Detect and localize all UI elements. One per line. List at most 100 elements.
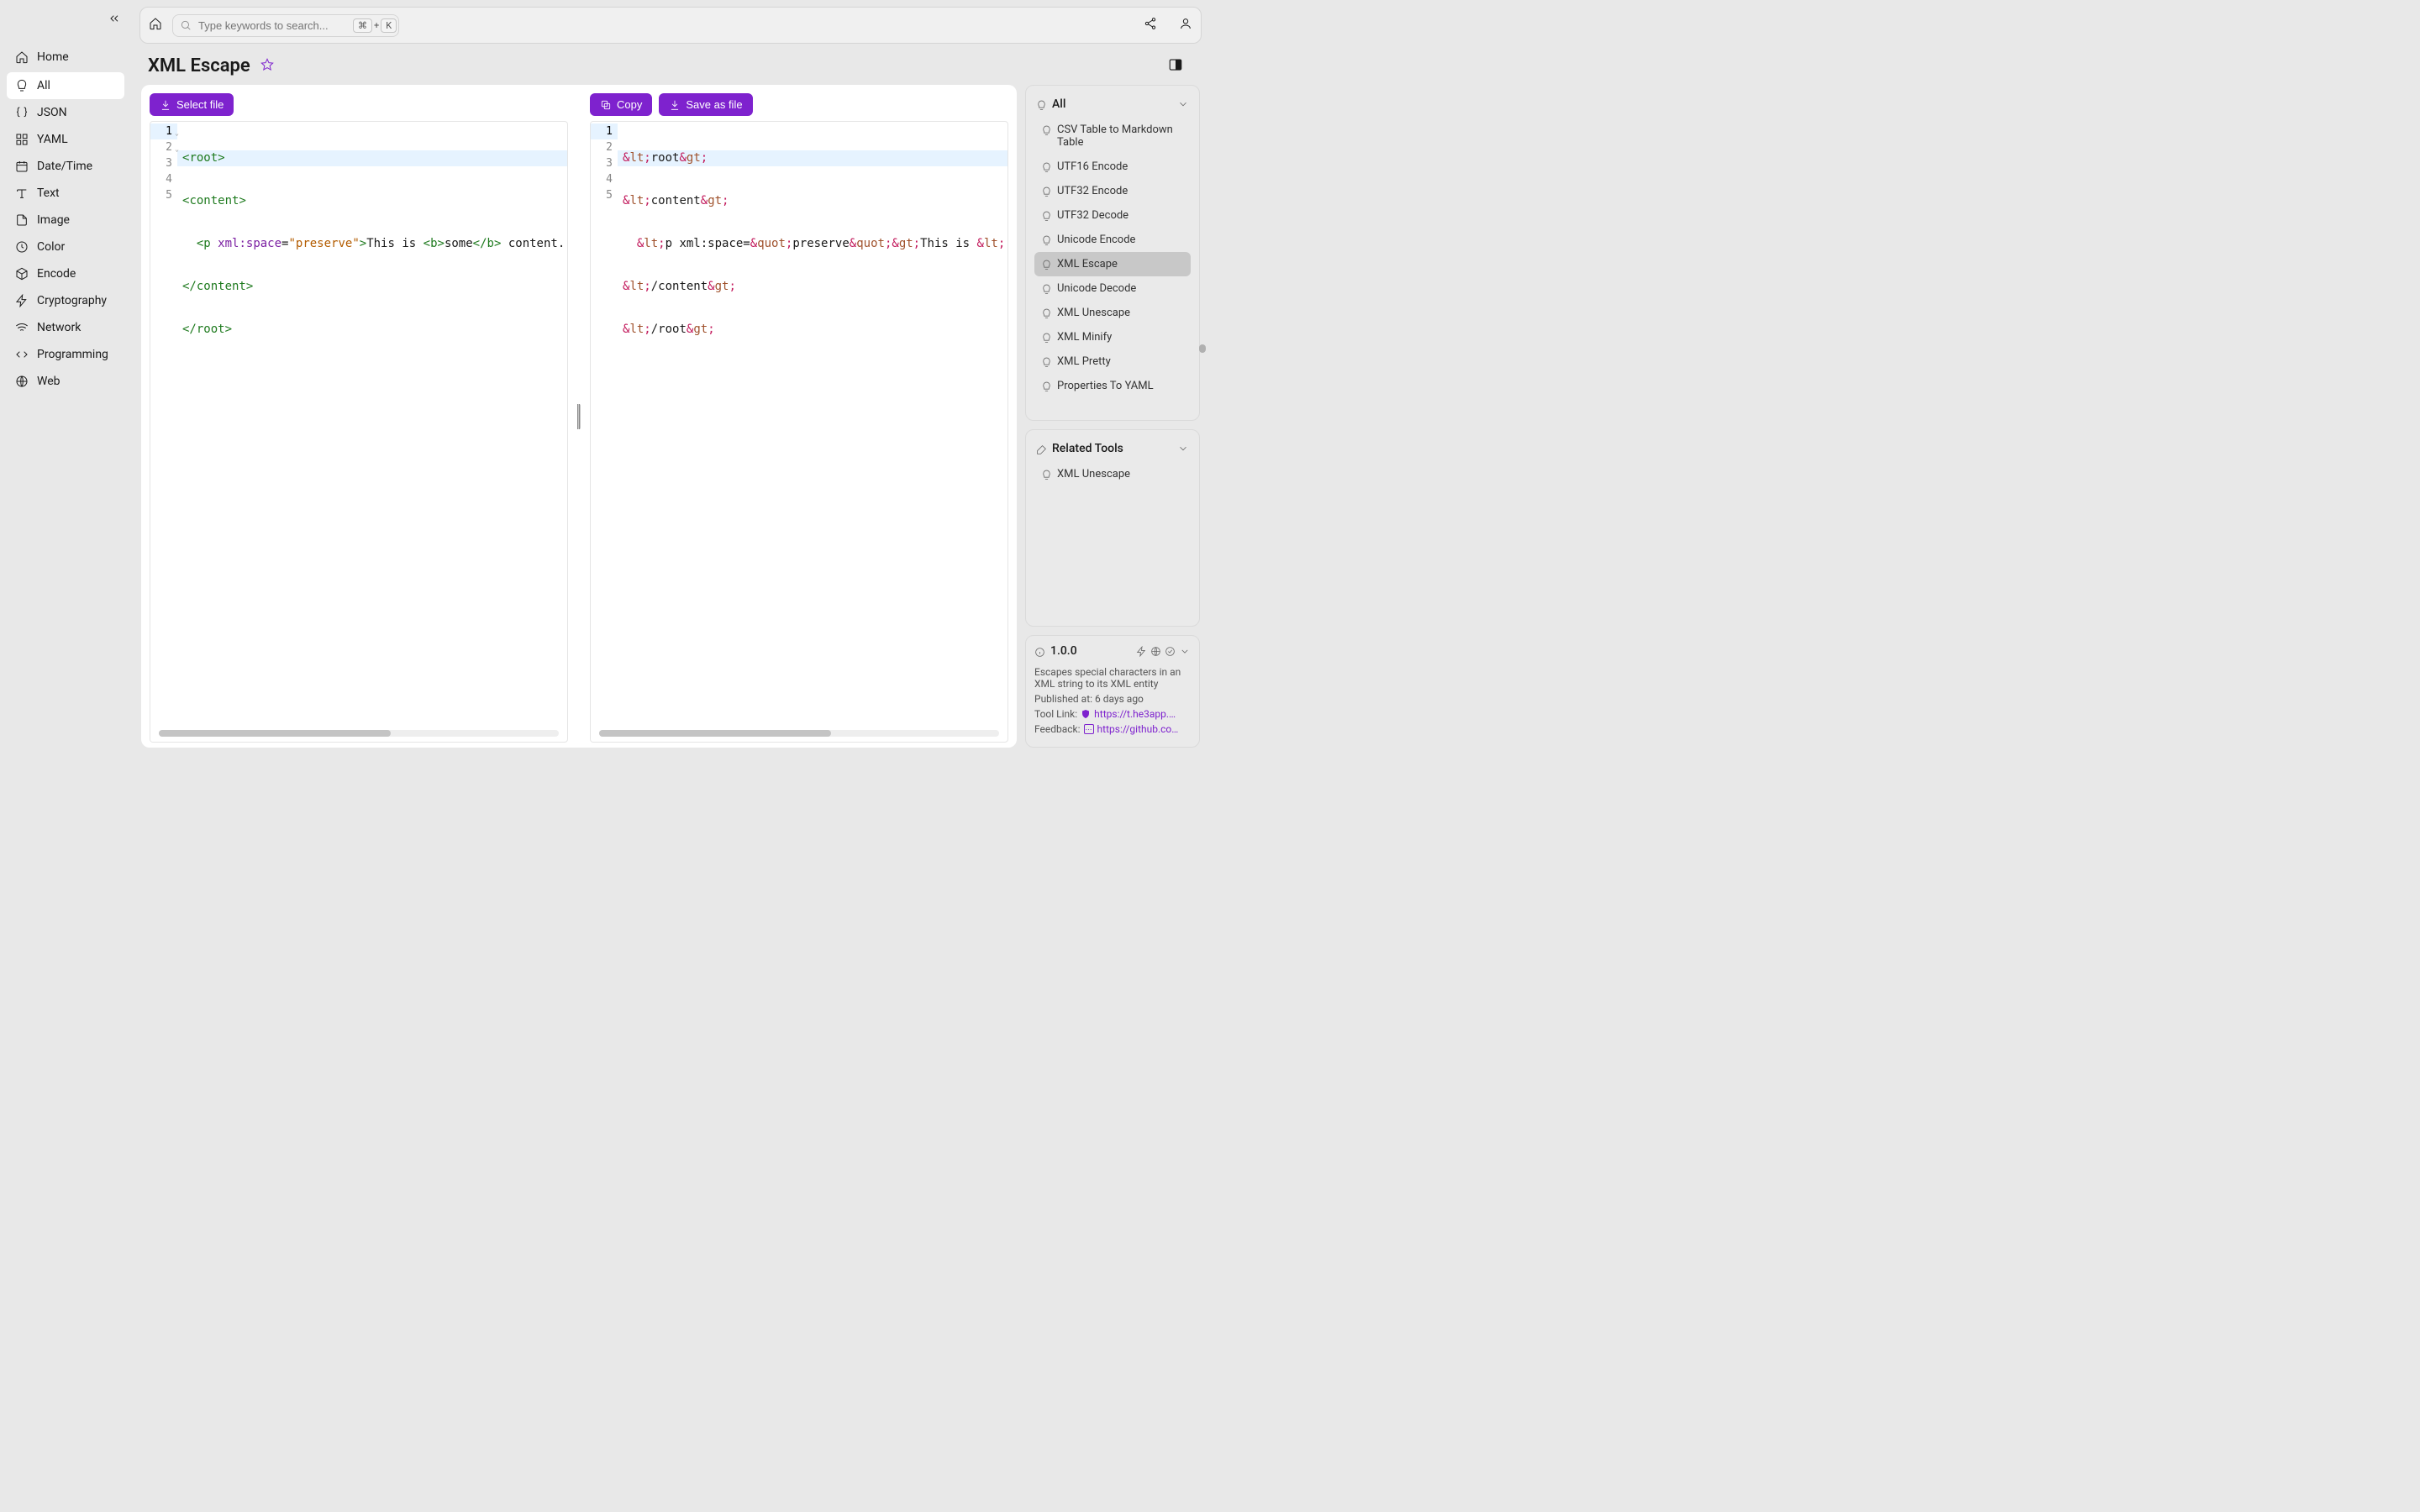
top-toolbar: ⌘ + K — [139, 7, 1202, 44]
bulb-icon — [1041, 186, 1052, 197]
favorite-button[interactable] — [260, 58, 274, 75]
tool-item-label: UTF32 Decode — [1057, 209, 1128, 222]
code-icon — [15, 348, 29, 361]
right-panel: All CSV Table to Markdown TableUTF16 Enc… — [1025, 85, 1200, 748]
sidebar-item-cryptography[interactable]: Cryptography — [7, 287, 124, 314]
all-tools-header[interactable]: All — [1034, 94, 1191, 114]
editors-container: Select file 1⌄ 2⌄ 3 4 5 <root> — [141, 85, 1017, 748]
output-editor[interactable]: 1 2 3 4 5 &lt;root&gt; &lt;content&gt; &… — [590, 121, 1008, 743]
info-icon — [1034, 647, 1045, 658]
tool-item[interactable]: CSV Table to Markdown Table — [1034, 118, 1191, 155]
sidebar-item-label: Date/Time — [37, 160, 92, 173]
tool-item[interactable]: UTF16 Encode — [1034, 155, 1191, 179]
sidebar-item-network[interactable]: Network — [7, 314, 124, 341]
sidebar-item-all[interactable]: All — [7, 72, 124, 99]
sidebar-item-label: Network — [37, 321, 81, 334]
output-pane: Copy Save as file 1 2 3 4 5 — [581, 85, 1017, 748]
panel-toggle-button[interactable] — [1168, 57, 1183, 76]
globe-icon — [15, 375, 29, 388]
user-button[interactable] — [1179, 17, 1192, 34]
sidebar-item-label: All — [37, 79, 50, 92]
sidebar-item-web[interactable]: Web — [7, 368, 124, 395]
sidebar-item-json[interactable]: JSON — [7, 99, 124, 126]
bulb-icon — [1041, 470, 1052, 480]
info-box: 1.0.0 Escapes special characters in an X… — [1025, 635, 1200, 748]
tool-item[interactable]: XML Minify — [1034, 325, 1191, 349]
bulb-icon — [1041, 284, 1052, 295]
globe-icon[interactable] — [1150, 646, 1161, 657]
sidebar-item-image[interactable]: Image — [7, 207, 124, 234]
search-input[interactable] — [198, 19, 346, 32]
sidebar-item-encode[interactable]: Encode — [7, 260, 124, 287]
sidebar-item-label: Color — [37, 240, 65, 254]
text-icon — [15, 186, 29, 200]
check-circle-icon[interactable] — [1165, 646, 1176, 657]
bulb-icon — [1041, 333, 1052, 344]
sidebar-item-label: Home — [37, 50, 69, 64]
home-icon — [15, 50, 29, 64]
title-row: XML Escape — [139, 44, 1202, 85]
main-area: ⌘ + K XML Escape — [131, 0, 1210, 756]
related-tools-header[interactable]: Related Tools — [1034, 438, 1191, 459]
sidebar-item-label: Web — [37, 375, 60, 388]
bolt-icon[interactable] — [1136, 646, 1147, 657]
output-gutter: 1 2 3 4 5 — [591, 122, 618, 742]
input-code[interactable]: <root> <content> <p xml:space="preserve"… — [177, 122, 567, 742]
search-shortcut: ⌘ + K — [353, 18, 397, 33]
output-code[interactable]: &lt;root&gt; &lt;content&gt; &lt;p xml:s… — [618, 122, 1007, 742]
bolt-icon — [15, 294, 29, 307]
chevron-down-icon[interactable] — [1179, 646, 1191, 657]
tool-item[interactable]: UTF32 Encode — [1034, 179, 1191, 203]
tool-item[interactable]: XML Unescape — [1034, 301, 1191, 325]
tool-item-label: XML Minify — [1057, 331, 1112, 344]
info-feedback-link[interactable]: Feedback: ⋯ https://github.com/… — [1034, 723, 1191, 735]
sidebar-item-label: Cryptography — [37, 294, 107, 307]
tool-item-label: XML Unescape — [1057, 468, 1130, 480]
tool-item-label: UTF32 Encode — [1057, 185, 1128, 197]
related-tool-item[interactable]: XML Unescape — [1034, 462, 1191, 486]
tool-item-label: XML Escape — [1057, 258, 1118, 270]
tool-item[interactable]: XML Escape — [1034, 252, 1191, 276]
sidebar-item-programming[interactable]: Programming — [7, 341, 124, 368]
output-hscroll[interactable] — [599, 730, 999, 737]
home-button[interactable] — [149, 17, 162, 34]
chevron-down-icon — [1177, 98, 1189, 110]
bulb-icon — [1041, 235, 1052, 246]
search-box[interactable]: ⌘ + K — [172, 14, 399, 37]
info-tool-link[interactable]: Tool Link: https://t.he3app.co… — [1034, 708, 1191, 720]
bulb-icon — [1041, 260, 1052, 270]
tool-item[interactable]: Properties To YAML — [1034, 374, 1191, 398]
bulb-icon — [1041, 125, 1052, 136]
copy-button[interactable]: Copy — [590, 93, 652, 116]
info-published: Published at: 6 days ago — [1034, 693, 1191, 705]
chevron-down-icon — [1177, 443, 1189, 454]
tool-item[interactable]: Unicode Encode — [1034, 228, 1191, 252]
tool-item[interactable]: UTF32 Decode — [1034, 203, 1191, 228]
related-tools-box: Related Tools XML Unescape — [1025, 429, 1200, 627]
input-gutter: 1⌄ 2⌄ 3 4 5 — [150, 122, 177, 742]
sidebar-item-label: Programming — [37, 348, 108, 361]
input-hscroll[interactable] — [159, 730, 559, 737]
sidebar-item-text[interactable]: Text — [7, 180, 124, 207]
tool-item-label: Unicode Encode — [1057, 234, 1135, 246]
bulb-icon — [1041, 308, 1052, 319]
tool-item[interactable]: Unicode Decode — [1034, 276, 1191, 301]
sidebar-item-datetime[interactable]: Date/Time — [7, 153, 124, 180]
bulb-icon — [1041, 211, 1052, 222]
sidebar-item-home[interactable]: Home — [7, 44, 124, 71]
braces-icon — [15, 106, 29, 119]
version-label: 1.0.0 — [1050, 644, 1077, 658]
all-tools-scrollbar[interactable] — [1199, 331, 1206, 365]
sidebar-item-color[interactable]: Color — [7, 234, 124, 260]
input-editor[interactable]: 1⌄ 2⌄ 3 4 5 <root> <content> <p xml:spac… — [150, 121, 568, 743]
share-button[interactable] — [1144, 17, 1157, 34]
collapse-sidebar-button[interactable] — [108, 12, 121, 29]
save-as-file-button[interactable]: Save as file — [659, 93, 752, 116]
sidebar-item-yaml[interactable]: YAML — [7, 126, 124, 153]
page-title: XML Escape — [148, 55, 250, 76]
tool-item[interactable]: XML Pretty — [1034, 349, 1191, 374]
bell-icon — [15, 79, 29, 92]
tool-item-label: XML Unescape — [1057, 307, 1130, 319]
select-file-button[interactable]: Select file — [150, 93, 234, 116]
all-tools-box: All CSV Table to Markdown TableUTF16 Enc… — [1025, 85, 1200, 421]
